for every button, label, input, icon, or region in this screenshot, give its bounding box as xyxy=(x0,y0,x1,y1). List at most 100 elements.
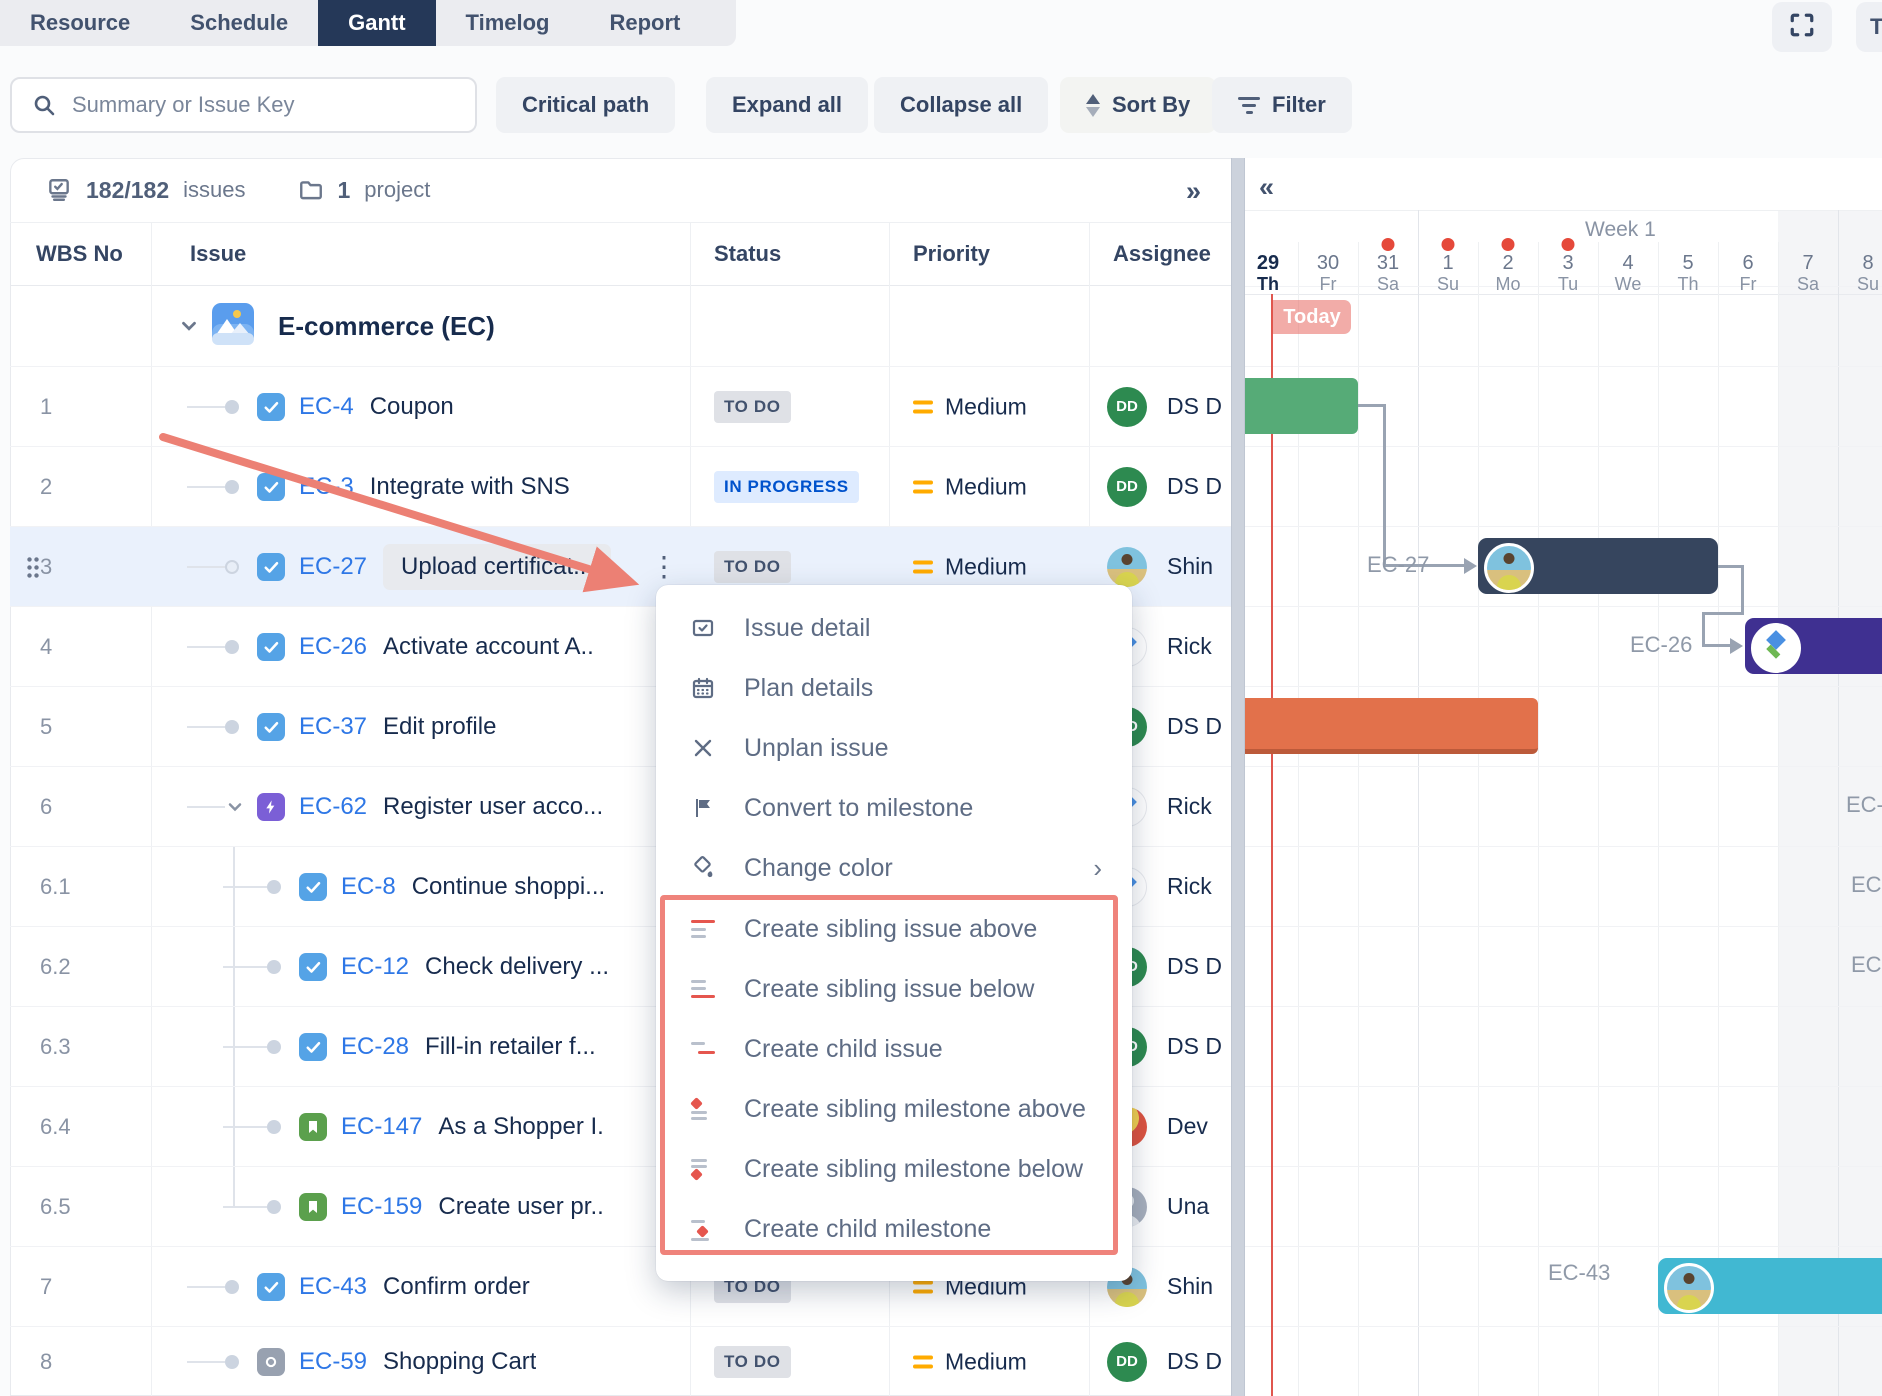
menu-item-unplan-issue[interactable]: Unplan issue xyxy=(656,718,1132,778)
issue-key-link[interactable]: EC-4 xyxy=(299,393,354,421)
menu-item-create-sibling-issue-above[interactable]: Create sibling issue above xyxy=(656,899,1132,959)
table-row[interactable]: 2 EC-3 Integrate with SNS IN PROGRESS Me… xyxy=(10,446,1231,526)
column-header-assignee[interactable]: Assignee xyxy=(1113,223,1231,285)
menu-item-convert-to-milestone[interactable]: Convert to milestone xyxy=(656,778,1132,838)
bar-avatar-logo xyxy=(1751,623,1801,673)
critical-path-button[interactable]: Critical path xyxy=(496,77,675,133)
search-input[interactable] xyxy=(70,91,475,119)
expand-table-icon[interactable]: » xyxy=(1186,176,1199,207)
bar-label: EC-26 xyxy=(1630,632,1692,658)
tree-connector xyxy=(223,966,267,968)
issue-key-link[interactable]: EC-62 xyxy=(299,793,367,821)
gantt-bar-ec27[interactable] xyxy=(1478,538,1718,594)
table-header: WBS No Issue Status Priority Assignee xyxy=(10,222,1231,286)
story-type-icon xyxy=(299,1113,327,1141)
menu-item-create-sibling-milestone-above[interactable]: Create sibling milestone above xyxy=(656,1079,1132,1139)
dependency-line xyxy=(1702,612,1744,615)
issue-summary[interactable]: Upload certificat... xyxy=(383,544,611,590)
sibling-milestone-below-icon xyxy=(690,1157,716,1181)
priority-medium-icon xyxy=(913,400,933,413)
issue-key-link[interactable]: EC-43 xyxy=(299,1273,367,1301)
issue-key-link[interactable]: EC-59 xyxy=(299,1348,367,1376)
task-type-icon xyxy=(257,633,285,661)
priority-medium-icon xyxy=(913,1355,933,1368)
wbs-number: 2 xyxy=(40,447,52,526)
avatar: DD xyxy=(1107,1342,1147,1382)
tree-connector xyxy=(223,1046,267,1048)
menu-item-plan-details[interactable]: Plan details xyxy=(656,658,1132,718)
column-header-wbs[interactable]: WBS No xyxy=(36,223,156,285)
day-header: 7Sa xyxy=(1778,242,1838,294)
status-badge: TO DO xyxy=(714,551,791,583)
filter-label: Filter xyxy=(1272,92,1326,118)
status-badge: TO DO xyxy=(714,1346,791,1378)
collapse-project-icon[interactable] xyxy=(178,315,200,337)
gantt-bar-ec4[interactable] xyxy=(1245,378,1358,434)
tab-report[interactable]: Report xyxy=(580,0,711,46)
issue-key-link[interactable]: EC-159 xyxy=(341,1193,422,1221)
project-avatar xyxy=(212,303,254,350)
issue-key-link[interactable]: EC-8 xyxy=(341,873,396,901)
bar-label-clipped: EC- xyxy=(1846,792,1882,818)
collapse-timeline-icon[interactable]: « xyxy=(1259,172,1272,203)
menu-item-create-child-milestone[interactable]: Create child milestone xyxy=(656,1199,1132,1259)
issue-summary: Activate account A.. xyxy=(383,633,594,661)
task-type-icon xyxy=(257,713,285,741)
task-type-icon xyxy=(299,953,327,981)
gantt-app: Resource Schedule Gantt Timelog Report T… xyxy=(0,0,1882,1396)
tree-connector xyxy=(223,1126,267,1128)
table-row[interactable]: 8 EC-59 Shopping Cart TO DO Medium DDDS … xyxy=(10,1326,1231,1396)
close-icon xyxy=(690,736,716,760)
menu-item-issue-detail[interactable]: Issue detail xyxy=(656,598,1132,658)
collapse-row-icon[interactable] xyxy=(225,797,245,817)
context-menu: Issue detail Plan details Unplan issue C… xyxy=(656,585,1132,1281)
issue-key-link[interactable]: EC-27 xyxy=(299,553,367,581)
issue-summary: Create user pr.. xyxy=(438,1193,603,1221)
issue-summary: Integrate with SNS xyxy=(370,473,570,501)
fullscreen-button[interactable] xyxy=(1772,2,1832,52)
table-row[interactable]: 1 EC-4 Coupon TO DO Medium DDDS D xyxy=(10,366,1231,446)
dependency-line xyxy=(1702,644,1732,647)
task-type-icon xyxy=(257,553,285,581)
column-header-status[interactable]: Status xyxy=(714,223,884,285)
day-header: 8Su xyxy=(1838,242,1882,294)
gantt-bar-ec37[interactable] xyxy=(1245,698,1538,754)
expand-all-button[interactable]: Expand all xyxy=(706,77,868,133)
menu-item-change-color[interactable]: Change color › xyxy=(656,838,1132,898)
filter-button[interactable]: Filter xyxy=(1212,77,1352,133)
tab-schedule[interactable]: Schedule xyxy=(160,0,318,46)
bar-label-clipped: EC xyxy=(1851,952,1882,978)
task-type-icon xyxy=(257,473,285,501)
gantt-bar-ec26[interactable] xyxy=(1745,618,1882,674)
issue-key-link[interactable]: EC-26 xyxy=(299,633,367,661)
column-header-issue[interactable]: Issue xyxy=(190,223,590,285)
row-menu-button[interactable]: ⋮ xyxy=(650,557,678,577)
panel-splitter[interactable] xyxy=(1231,158,1245,1396)
collapse-all-button[interactable]: Collapse all xyxy=(874,77,1048,133)
tree-dot xyxy=(225,640,239,654)
issue-key-link[interactable]: EC-147 xyxy=(341,1113,422,1141)
issue-key-link[interactable]: EC-28 xyxy=(341,1033,409,1061)
issue-key-link[interactable]: EC-37 xyxy=(299,713,367,741)
assignee-cell: Shin xyxy=(1107,547,1235,587)
clipped-toolbar-button[interactable]: T xyxy=(1856,2,1882,52)
menu-item-create-sibling-issue-below[interactable]: Create sibling issue below xyxy=(656,959,1132,1019)
tab-resource[interactable]: Resource xyxy=(0,0,160,46)
day-header: 5Th xyxy=(1658,242,1718,294)
wbs-number: 6.2 xyxy=(40,927,71,1006)
tree-connector xyxy=(187,806,225,808)
gantt-bar-ec43[interactable] xyxy=(1658,1258,1882,1314)
tab-timelog[interactable]: Timelog xyxy=(436,0,580,46)
issue-key-link[interactable]: EC-3 xyxy=(299,473,354,501)
tab-gantt[interactable]: Gantt xyxy=(318,0,435,46)
menu-item-create-child-issue[interactable]: Create child issue xyxy=(656,1019,1132,1079)
column-header-priority[interactable]: Priority xyxy=(913,223,1083,285)
sort-by-button[interactable]: Sort By xyxy=(1060,77,1216,133)
menu-item-create-sibling-milestone-below[interactable]: Create sibling milestone below xyxy=(656,1139,1132,1199)
wbs-number: 5 xyxy=(40,687,52,766)
tree-dot xyxy=(225,720,239,734)
issue-key-link[interactable]: EC-12 xyxy=(341,953,409,981)
project-row[interactable]: E-commerce (EC) xyxy=(10,286,1231,366)
drag-handle-icon[interactable] xyxy=(26,555,40,578)
assignee-cell: DDDS D xyxy=(1107,387,1235,427)
